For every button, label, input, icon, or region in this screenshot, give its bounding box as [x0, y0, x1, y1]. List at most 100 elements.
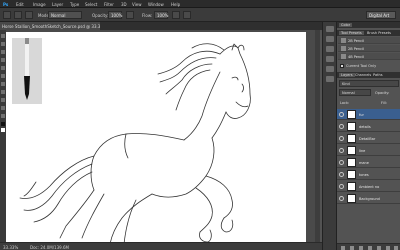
presets-panel-header: Tool Presets Brush Presets — [337, 30, 400, 36]
history-icon[interactable] — [326, 26, 334, 32]
eye-icon[interactable] — [339, 148, 344, 153]
layer-row[interactable]: line — [337, 145, 400, 156]
eraser-tool-icon[interactable] — [1, 90, 5, 94]
adjustment-layer-icon[interactable] — [368, 245, 372, 250]
zoom-readout[interactable]: 33.33% — [3, 245, 18, 250]
properties-icon[interactable] — [326, 36, 334, 42]
layer-thumbnail — [347, 146, 356, 155]
menu-3d[interactable]: 3D — [121, 2, 127, 7]
text-tool-icon[interactable] — [1, 106, 5, 110]
pencil-icon — [341, 54, 346, 59]
current-tool-only-label: Current Tool Only — [346, 64, 377, 68]
tab-color[interactable]: Color — [339, 23, 353, 27]
opacity-input[interactable]: 100% — [108, 11, 122, 19]
layer-thumbnail — [347, 110, 356, 119]
layer-row[interactable]: tones — [337, 169, 400, 180]
collapsed-panel-strip — [322, 22, 336, 250]
preset-item[interactable]: 2B Pencil — [338, 45, 400, 52]
tab-tool-presets[interactable]: Tool Presets — [339, 31, 364, 35]
document-canvas[interactable] — [6, 32, 306, 244]
brush-size-picker[interactable] — [14, 11, 22, 19]
menu-window[interactable]: Window — [148, 2, 164, 7]
layer-name: tones — [359, 172, 369, 177]
eye-icon[interactable] — [339, 112, 344, 117]
foreground-color-swatch[interactable] — [1, 122, 5, 126]
character-panel-icon[interactable] — [326, 66, 334, 72]
layers-panel-footer — [337, 243, 400, 250]
layer-name: DetailBar — [359, 136, 376, 141]
layer-thumbnail — [347, 134, 356, 143]
menu-type[interactable]: Type — [70, 2, 79, 7]
doc-size-readout: Doc: 24.0M/139.6M — [30, 245, 69, 250]
crop-tool-icon[interactable] — [1, 58, 5, 62]
preset-item[interactable]: 4B Pencil — [338, 53, 400, 60]
workspace-select[interactable]: Digital Art — [366, 11, 396, 19]
paragraph-panel-icon[interactable] — [326, 76, 334, 82]
menu-filter[interactable]: Filter — [104, 2, 114, 7]
gradient-tool-icon[interactable] — [1, 98, 5, 102]
layer-row[interactable]: details — [337, 121, 400, 132]
hand-tool-icon[interactable] — [1, 114, 5, 118]
background-color-swatch[interactable] — [1, 128, 5, 132]
layer-thumbnail — [347, 182, 356, 191]
color-panel-header: Color — [337, 22, 400, 28]
layer-row[interactable]: Ambient no — [337, 181, 400, 192]
eye-icon[interactable] — [339, 172, 344, 177]
lasso-tool-icon[interactable] — [1, 50, 5, 54]
tab-brush-presets[interactable]: Brush Presets — [365, 31, 393, 35]
layer-blend-mode[interactable]: Normal — [339, 89, 371, 96]
pressure-opacity-icon[interactable] — [126, 11, 134, 19]
layer-name: details — [359, 124, 371, 129]
menu-view[interactable]: View — [132, 2, 142, 7]
canvas-vertical-scrollbar[interactable] — [315, 30, 320, 242]
trash-icon[interactable] — [394, 245, 398, 250]
preset-label: 2B Pencil — [348, 38, 364, 43]
eyedropper-tool-icon[interactable] — [1, 66, 5, 70]
tab-paths[interactable]: Paths — [371, 73, 385, 77]
brush-panel-toggle-icon[interactable] — [25, 11, 33, 19]
mode-select[interactable]: Normal — [48, 11, 82, 19]
preset-label: 2B Pencil — [348, 46, 364, 51]
menu-help[interactable]: Help — [171, 2, 180, 7]
clone-source-icon[interactable] — [326, 56, 334, 62]
layer-name: line — [359, 148, 366, 153]
layer-style-icon[interactable] — [350, 245, 354, 250]
eye-icon[interactable] — [339, 136, 344, 141]
layer-row[interactable]: fur — [337, 109, 400, 120]
lock-label: Lock: — [340, 101, 350, 105]
menu-bar: Ps Edit Image Layer Type Select Filter 3… — [0, 0, 400, 8]
stamp-tool-icon[interactable] — [1, 82, 5, 86]
brush-tool-icon[interactable] — [1, 74, 5, 78]
flow-input[interactable]: 100% — [154, 11, 168, 19]
layer-row[interactable]: Background — [337, 193, 400, 204]
menu-image[interactable]: Image — [33, 2, 46, 7]
brush-panel-icon[interactable] — [326, 46, 334, 52]
brush-tool-icon[interactable] — [3, 11, 11, 19]
preset-item[interactable]: 2B Pencil — [338, 37, 400, 44]
pencil-icon — [341, 38, 346, 43]
airbrush-icon[interactable] — [172, 11, 180, 19]
eye-icon[interactable] — [339, 196, 344, 201]
layer-thumbnail — [347, 170, 356, 179]
new-layer-icon[interactable] — [386, 245, 390, 250]
flow-label: Flow: — [142, 13, 153, 18]
layer-row[interactable]: mane — [337, 157, 400, 168]
eye-icon[interactable] — [339, 184, 344, 189]
document-tab[interactable]: Horse Stallion_SmoothSketch_Source.psd @… — [0, 22, 100, 30]
eye-icon[interactable] — [339, 124, 344, 129]
eye-icon[interactable] — [339, 160, 344, 165]
pressure-size-icon[interactable] — [183, 11, 191, 19]
menu-layer[interactable]: Layer — [52, 2, 63, 7]
menu-select[interactable]: Select — [85, 2, 97, 7]
current-tool-only-checkbox[interactable] — [340, 64, 344, 68]
layer-kind-filter[interactable]: Kind — [339, 80, 399, 87]
move-tool-icon[interactable] — [1, 34, 5, 38]
marquee-tool-icon[interactable] — [1, 42, 5, 46]
layer-row[interactable]: DetailBar — [337, 133, 400, 144]
add-mask-icon[interactable] — [359, 245, 363, 250]
layer-thumbnail — [347, 158, 356, 167]
link-layers-icon[interactable] — [341, 245, 345, 250]
new-group-icon[interactable] — [377, 245, 381, 250]
layer-opacity-label: Opacity: — [375, 91, 390, 95]
menu-edit[interactable]: Edit — [16, 2, 24, 7]
